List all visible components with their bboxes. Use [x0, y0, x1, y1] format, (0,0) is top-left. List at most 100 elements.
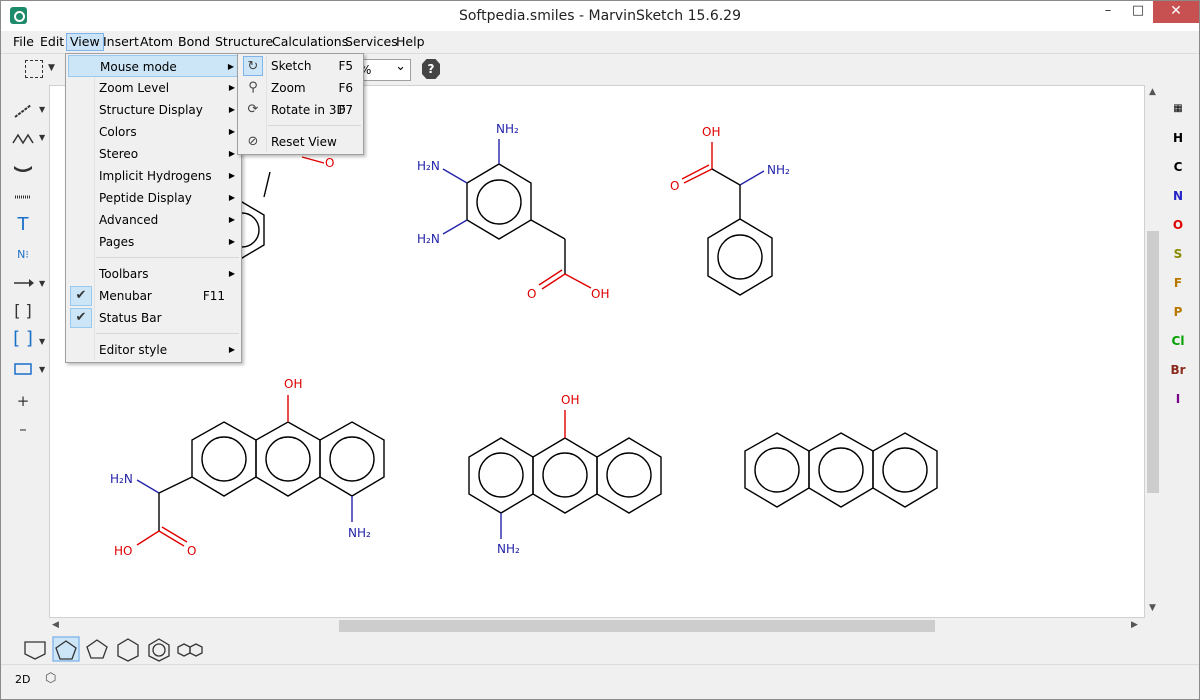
hydroxyl-label: OH — [591, 287, 609, 301]
menu-item-label: Pages — [99, 235, 135, 249]
menu-file[interactable]: File — [10, 34, 37, 52]
status-bar: 2D ⬡ — [1, 664, 1199, 694]
naphthalene-template-icon[interactable] — [177, 643, 203, 657]
view-menu-colors[interactable]: Colors ▶ — [68, 121, 239, 143]
vertical-scrollbar[interactable]: ▲ ▼ — [1145, 85, 1161, 618]
vertical-scroll-thumb[interactable] — [1147, 231, 1159, 493]
view-menu-editor-style[interactable]: Editor style ▶ — [68, 339, 239, 361]
view-menu-mouse-mode[interactable]: Mouse mode ▶ — [68, 55, 239, 77]
view-menu-stereo[interactable]: Stereo ▶ — [68, 143, 239, 165]
clean-structure-icon[interactable]: ⬡ — [45, 671, 56, 686]
menu-view[interactable]: View — [66, 33, 104, 51]
mouse-mode-reset-view[interactable]: ⊘ Reset View — [240, 131, 361, 153]
view-menu-implicit-hydrogens[interactable]: Implicit Hydrogens ▶ — [68, 165, 239, 187]
view-menu-peptide-display[interactable]: Peptide Display ▶ — [68, 187, 239, 209]
menu-item-label: Status Bar — [99, 311, 162, 325]
text-tool-icon[interactable]: T — [11, 213, 35, 237]
molecule-amino-anthracenol — [468, 410, 662, 539]
view-menu-status-bar[interactable]: ✔ Status Bar — [68, 307, 239, 329]
view-menu-advanced[interactable]: Advanced ▶ — [68, 209, 239, 231]
element-br-button[interactable]: Br — [1161, 363, 1195, 377]
menu-help[interactable]: Help — [393, 34, 428, 52]
dimension-mode-label[interactable]: 2D — [15, 673, 30, 686]
selection-tool-icon[interactable] — [25, 60, 43, 78]
mouse-mode-rotate-3d[interactable]: ⟳ Rotate in 3D F7 — [240, 99, 361, 121]
cyclopentane-template-icon[interactable] — [86, 639, 108, 659]
wedge-bond-tool-icon[interactable] — [11, 155, 35, 179]
bracket-tool-icon[interactable]: [ ] — [11, 299, 35, 323]
mouse-mode-sketch[interactable]: ↻ Sketch F5 — [240, 55, 361, 77]
element-f-button[interactable]: F — [1161, 276, 1195, 290]
chevron-down-icon[interactable]: ▼ — [48, 63, 55, 73]
element-n-button[interactable]: N — [1161, 189, 1195, 203]
view-menu-zoom-level[interactable]: Zoom Level ▶ — [68, 77, 239, 99]
view-menu-toolbars[interactable]: Toolbars ▶ — [68, 263, 239, 285]
scroll-right-icon[interactable]: ▶ — [1131, 620, 1138, 630]
rectangle-tool-icon[interactable] — [11, 357, 35, 381]
amine-label: H₂N — [417, 159, 440, 173]
element-c-button[interactable]: C — [1161, 160, 1195, 174]
single-bond-tool-icon[interactable] — [11, 99, 35, 123]
menu-structure[interactable]: Structure — [212, 34, 276, 52]
maximize-button[interactable]: □ — [1123, 1, 1153, 23]
chevron-down-icon[interactable]: ▼ — [39, 337, 45, 346]
menu-separator — [96, 257, 239, 258]
scroll-up-icon[interactable]: ▲ — [1149, 87, 1156, 97]
menu-atom[interactable]: Atom — [137, 34, 176, 52]
oxygen-label: O — [325, 156, 334, 170]
element-p-button[interactable]: P — [1161, 305, 1195, 319]
reaction-arrow-tool-icon[interactable] — [11, 271, 35, 295]
element-s-button[interactable]: S — [1161, 247, 1195, 261]
submenu-arrow-icon: ▶ — [228, 269, 235, 278]
chevron-down-icon[interactable]: ▼ — [39, 365, 45, 374]
scroll-left-icon[interactable]: ◀ — [52, 620, 59, 630]
molecule-amino-anthracenol-acid — [136, 395, 385, 547]
cyclohexane-template-icon[interactable] — [117, 638, 139, 662]
element-h-button[interactable]: H — [1161, 131, 1195, 145]
mouse-mode-zoom[interactable]: ⚲ Zoom F6 — [240, 77, 361, 99]
zoom-icon: ⚲ — [248, 80, 258, 95]
submenu-arrow-icon: ▶ — [228, 149, 235, 158]
atom-label-tool-icon[interactable]: N⁝ — [11, 243, 35, 267]
submenu-arrow-icon: ▶ — [228, 193, 235, 202]
chevron-down-icon[interactable]: ▼ — [39, 105, 45, 114]
help-icon[interactable]: ? — [422, 59, 440, 79]
menu-services[interactable]: Services — [342, 34, 401, 52]
view-menu-structure-display[interactable]: Structure Display ▶ — [68, 99, 239, 121]
chevron-down-icon[interactable]: ▼ — [39, 133, 45, 142]
scroll-down-icon[interactable]: ▼ — [1149, 603, 1156, 613]
menu-edit[interactable]: Edit — [37, 34, 67, 52]
increase-charge-button[interactable]: + — [11, 389, 35, 413]
group-bracket-tool-icon[interactable]: [ ] — [11, 327, 35, 351]
periodic-table-icon[interactable]: ▦ — [1161, 103, 1195, 114]
benzene-template-icon[interactable] — [148, 638, 170, 662]
submenu-arrow-icon: ▶ — [228, 171, 235, 180]
molecule-anthracene — [744, 432, 938, 508]
menu-item-label: Peptide Display — [99, 191, 192, 205]
menu-bar: File Edit View Insert Atom Bond Structur… — [1, 31, 1199, 53]
menu-insert[interactable]: Insert — [100, 34, 142, 52]
element-toolbar: ▦ H C N O S F P Cl Br I — [1161, 91, 1199, 411]
minimize-button[interactable]: – — [1093, 1, 1123, 23]
window-title: Softpedia.smiles - MarvinSketch 15.6.29 — [458, 8, 742, 24]
molecule-diaminophenylacetic — [442, 139, 592, 290]
submenu-arrow-icon: ▶ — [228, 127, 235, 136]
hydroxyl-label: OH — [702, 125, 720, 139]
cyclobutane-template-icon[interactable] — [24, 641, 46, 660]
element-i-button[interactable]: I — [1161, 392, 1195, 406]
element-o-button[interactable]: O — [1161, 218, 1195, 232]
chevron-down-icon[interactable]: ▼ — [39, 279, 45, 288]
menu-calculations[interactable]: Calculations — [269, 34, 351, 52]
horizontal-scroll-thumb[interactable] — [339, 620, 935, 632]
chain-tool-icon[interactable] — [11, 127, 35, 151]
element-cl-button[interactable]: Cl — [1161, 334, 1195, 348]
menu-bond[interactable]: Bond — [175, 34, 213, 52]
pyrrole-template-icon[interactable] — [52, 636, 80, 662]
hashed-bond-tool-icon[interactable] — [11, 185, 35, 209]
close-button[interactable]: ✕ — [1153, 1, 1199, 23]
view-menu-menubar[interactable]: ✔ Menubar F11 — [68, 285, 239, 307]
decrease-charge-button[interactable]: – — [11, 417, 35, 441]
horizontal-scrollbar[interactable]: ◀ ▶ — [49, 618, 1145, 634]
menu-item-label: Stereo — [99, 147, 139, 161]
view-menu-pages[interactable]: Pages ▶ — [68, 231, 239, 253]
